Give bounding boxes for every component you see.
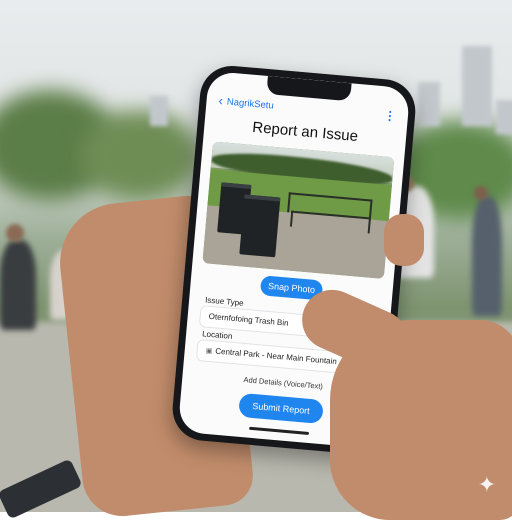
issue-photo: [202, 141, 395, 279]
location-pin-icon: ▣: [205, 347, 213, 356]
submit-report-button[interactable]: Submit Report: [238, 392, 324, 425]
back-chevron-icon[interactable]: ‹: [218, 93, 224, 108]
sparkle-icon: ✦: [477, 472, 496, 497]
right-finger: [384, 214, 424, 266]
notch: [266, 76, 352, 102]
more-vert-icon[interactable]: ⋮: [383, 108, 396, 123]
home-indicator: [249, 426, 310, 435]
location-value: Central Park - Near Main Fountain: [215, 346, 338, 367]
app-name: NagrikSetu: [226, 96, 275, 112]
